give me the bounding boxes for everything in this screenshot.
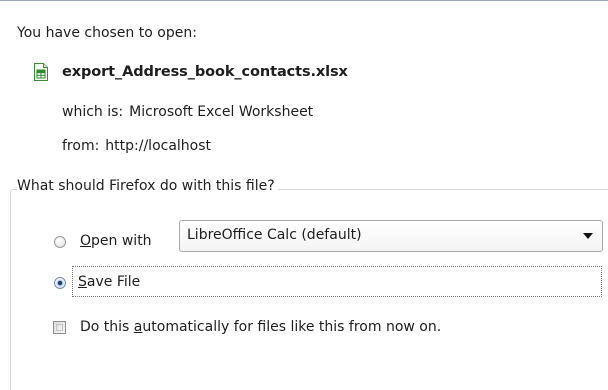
file-type-row: which is: Microsoft Excel Worksheet [62, 104, 313, 120]
auto-action-checkbox[interactable] [53, 321, 66, 334]
save-file-accesskey: S [78, 274, 87, 290]
save-file-radio[interactable] [54, 277, 66, 289]
application-select-value: LibreOffice Calc (default) [187, 227, 362, 243]
file-type-value: Microsoft Excel Worksheet [129, 104, 314, 120]
file-type-label: which is: [62, 104, 124, 120]
dropdown-arrow-icon[interactable] [583, 233, 593, 239]
file-name: export_Address_book_contacts.xlsx [62, 64, 348, 80]
open-with-accesskey: O [80, 233, 92, 249]
radio-selected-dot-icon [58, 281, 62, 285]
action-group-legend: What should Firefox do with this file? [17, 178, 278, 194]
application-select[interactable]: LibreOffice Calc (default) [179, 220, 603, 252]
spreadsheet-file-icon [34, 63, 48, 81]
open-with-label-text: pen with [91, 233, 152, 249]
auto-action-label-before: Do this [80, 319, 134, 335]
file-source-value: http://localhost [105, 138, 212, 154]
auto-action-label[interactable]: Do this automatically for files like thi… [80, 319, 441, 335]
save-file-label-text: ave File [86, 274, 141, 290]
file-source-label: from: [62, 138, 100, 154]
auto-action-label-after: utomatically for files like this from no… [142, 319, 442, 335]
open-with-radio[interactable] [54, 236, 66, 248]
chosen-to-open-label: You have chosen to open: [17, 25, 197, 41]
save-file-label[interactable]: Save File [78, 274, 140, 290]
download-dialog: You have chosen to open: export_Address_… [0, 1, 608, 390]
open-with-label[interactable]: Open with [80, 233, 152, 249]
save-file-focus-ring [72, 266, 602, 297]
checkbox-inner-box [56, 324, 63, 331]
file-source-row: from: http://localhost [62, 138, 211, 154]
